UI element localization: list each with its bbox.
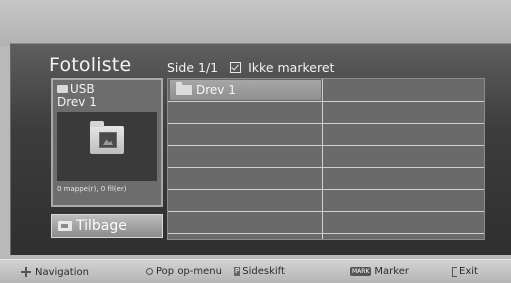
help-mark: MARK Marker [350,266,409,277]
page-key-icon: P [234,267,241,276]
mark-key-icon: MARK [350,267,372,276]
help-page-shift: P Sideskift [234,266,285,277]
drive-name: Drev 1 [57,95,97,109]
grid-divider [322,79,323,239]
back-button[interactable]: Tilbage [51,214,163,238]
file-grid: Drev 1 [167,78,485,240]
folder-icon [176,82,192,95]
mark-status: Ikke markeret [248,60,335,75]
page-indicator: Side 1/1 [167,60,219,75]
drive-label: USB Drev 1 [57,83,97,109]
folder-preview [57,112,157,181]
navigation-arrows-icon [20,266,32,278]
device-name: USB [70,82,95,96]
usb-icon [57,85,68,93]
photo-folder-icon [90,121,124,154]
exit-icon [452,266,457,277]
help-exit: Exit [452,266,478,277]
page-title: Fotoliste [49,54,132,76]
help-navigation: Navigation [20,266,89,278]
ok-button-icon [146,268,153,275]
top-band [0,0,511,46]
help-popup: Pop op-menu [146,266,222,277]
file-item-label: Drev 1 [196,83,236,97]
back-label: Tilbage [76,218,127,234]
back-icon [58,221,72,231]
photo-list-screen: Fotoliste Side 1/1 Ikke markeret USB Dre… [10,43,511,255]
drive-info-panel: USB Drev 1 0 mappe(r), 0 fil(er) [51,78,163,207]
help-bar: Navigation Pop op-menu P Sideskift MARK … [0,259,511,283]
checkbox-icon [230,62,242,73]
item-count: 0 mappe(r), 0 fil(er) [57,185,127,193]
header-info: Side 1/1 Ikke markeret [167,60,334,75]
file-item-drive[interactable]: Drev 1 [170,80,321,100]
